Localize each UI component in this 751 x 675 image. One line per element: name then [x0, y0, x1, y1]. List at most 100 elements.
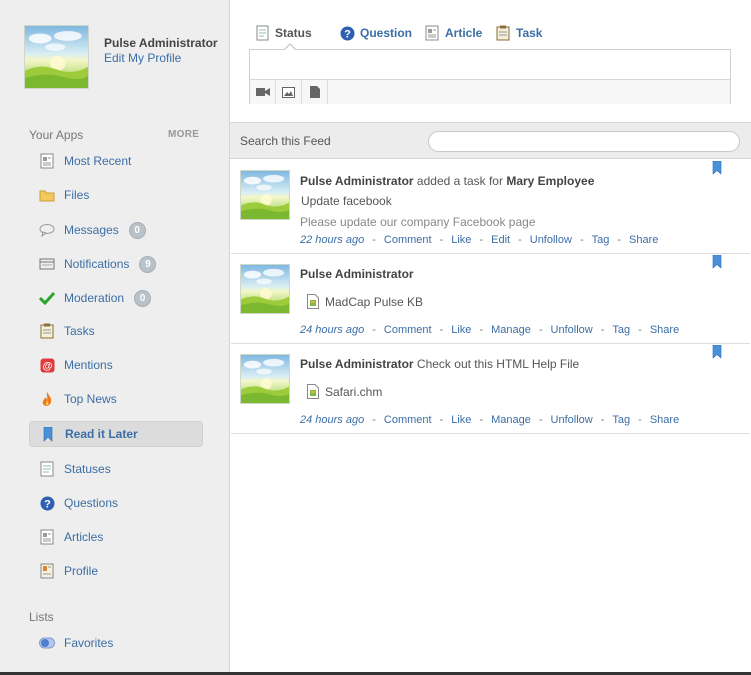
file-attachment[interactable]: Safari.chm — [307, 384, 382, 400]
action-separator: - — [372, 414, 376, 426]
share-link[interactable]: Share — [650, 414, 679, 426]
status-input[interactable] — [250, 50, 730, 79]
status-doc-icon — [39, 461, 55, 477]
like-link[interactable]: Like — [451, 234, 471, 246]
author-avatar[interactable] — [240, 354, 290, 404]
author-avatar[interactable] — [240, 264, 290, 314]
video-icon[interactable] — [250, 80, 276, 104]
sidebar-item-statuses[interactable]: Statuses — [29, 456, 203, 482]
tag-link[interactable]: Tag — [592, 234, 610, 246]
sidebar-item-questions[interactable]: ? Questions — [29, 490, 203, 516]
feed-action-text: Check out this HTML Help File — [416, 357, 580, 371]
image-icon[interactable] — [276, 80, 302, 104]
svg-text:?: ? — [44, 498, 51, 510]
clipboard-icon — [39, 323, 55, 339]
share-link[interactable]: Share — [650, 324, 679, 336]
comment-link[interactable]: Comment — [384, 234, 432, 246]
article-icon — [39, 153, 55, 169]
timestamp[interactable]: 22 hours ago — [300, 234, 364, 246]
flame-icon — [39, 391, 55, 407]
action-separator: - — [479, 414, 484, 426]
toggle-icon — [39, 635, 55, 651]
sidebar-item-messages[interactable]: Messages 0 — [29, 217, 203, 243]
share-link[interactable]: Share — [629, 234, 658, 246]
action-separator: - — [372, 324, 376, 336]
action-separator: - — [638, 414, 642, 426]
like-link[interactable]: Like — [451, 324, 471, 336]
sidebar-item-mentions[interactable]: @ Mentions — [29, 352, 203, 378]
tag-link[interactable]: Tag — [612, 324, 630, 336]
file-name: Safari.chm — [325, 385, 383, 399]
tab-task[interactable]: Task — [495, 22, 542, 44]
tag-link[interactable]: Tag — [612, 414, 630, 426]
file-name: MadCap Pulse KB — [325, 295, 424, 309]
bookmark-icon[interactable] — [712, 344, 722, 359]
bookmark-icon[interactable] — [712, 254, 722, 269]
edit-profile-link[interactable]: Edit My Profile — [104, 51, 181, 65]
at-sign-icon: @ — [39, 357, 55, 373]
feed-actions: 24 hours ago - Comment - Like - Manage -… — [300, 324, 679, 336]
timestamp[interactable]: 24 hours ago — [300, 414, 364, 426]
author-avatar[interactable] — [240, 170, 290, 220]
action-separator: - — [479, 234, 484, 246]
author-name[interactable]: Pulse Administrator — [300, 267, 414, 281]
action-separator: - — [600, 324, 605, 336]
tab-label: Status — [275, 26, 312, 40]
unfollow-link[interactable]: Unfollow — [530, 234, 572, 246]
edit-link[interactable]: Edit — [491, 234, 510, 246]
profile-card-icon — [39, 563, 55, 579]
sidebar-item-tasks[interactable]: Tasks — [29, 318, 203, 344]
feed-action-text: added a task for — [416, 174, 503, 188]
bookmark-icon[interactable] — [712, 160, 722, 175]
action-separator: - — [600, 414, 605, 426]
feed-actions: 24 hours ago - Comment - Like - Manage -… — [300, 414, 679, 426]
sidebar-item-most-recent[interactable]: Most Recent — [29, 148, 203, 174]
comment-link[interactable]: Comment — [384, 324, 432, 336]
author-name[interactable]: Pulse Administrator — [300, 357, 414, 371]
comment-link[interactable]: Comment — [384, 414, 432, 426]
apps-section-title: Your Apps — [29, 128, 84, 142]
more-link[interactable]: MORE — [168, 129, 199, 140]
sidebar-item-label: Top News — [64, 392, 117, 406]
file-icon — [307, 294, 321, 310]
timestamp[interactable]: 24 hours ago — [300, 324, 364, 336]
messages-count-badge: 0 — [128, 221, 146, 239]
manage-link[interactable]: Manage — [491, 324, 531, 336]
feed-item: Pulse Administrator MadCap Pulse KB 24 h… — [231, 254, 750, 344]
sidebar-item-top-news[interactable]: Top News — [29, 386, 203, 412]
file-attachment[interactable]: MadCap Pulse KB — [307, 294, 423, 310]
sidebar-item-articles[interactable]: Articles — [29, 524, 203, 550]
notification-icon — [39, 256, 55, 272]
tab-question[interactable]: ? Question — [339, 22, 412, 44]
notifications-count-badge: 9 — [139, 255, 157, 273]
sidebar-item-moderation[interactable]: Moderation 0 — [29, 285, 203, 311]
sidebar-item-notifications[interactable]: Notifications 9 — [29, 251, 203, 277]
sidebar-item-profile[interactable]: Profile — [29, 558, 203, 584]
checkmark-icon — [39, 290, 55, 306]
task-assignee[interactable]: Mary Employee — [506, 174, 594, 188]
document-icon[interactable] — [302, 80, 328, 104]
tab-article[interactable]: Article — [424, 22, 482, 44]
like-link[interactable]: Like — [451, 414, 471, 426]
sidebar-item-label: Tasks — [64, 324, 95, 338]
sidebar-item-label: Moderation — [64, 291, 125, 305]
sidebar-item-label: Articles — [64, 530, 104, 544]
action-separator: - — [439, 234, 444, 246]
sidebar-item-label: Favorites — [64, 636, 114, 650]
tab-label: Task — [516, 26, 543, 40]
bookmark-icon — [40, 426, 56, 442]
unfollow-link[interactable]: Unfollow — [551, 324, 593, 336]
sidebar-item-read-it-later[interactable]: Read it Later — [29, 421, 203, 447]
article-icon — [424, 25, 440, 41]
author-name[interactable]: Pulse Administrator — [300, 174, 414, 188]
feed-item: Pulse Administrator added a task for Mar… — [231, 160, 750, 254]
tab-status[interactable]: Status — [254, 22, 312, 44]
unfollow-link[interactable]: Unfollow — [551, 414, 593, 426]
profile-avatar[interactable] — [24, 25, 89, 89]
manage-link[interactable]: Manage — [491, 414, 531, 426]
search-label: Search this Feed — [240, 134, 331, 148]
sidebar-item-files[interactable]: Files — [29, 182, 203, 208]
search-input[interactable] — [428, 131, 740, 152]
sidebar-item-favorites[interactable]: Favorites — [29, 630, 203, 656]
speech-bubble-icon — [39, 222, 55, 238]
